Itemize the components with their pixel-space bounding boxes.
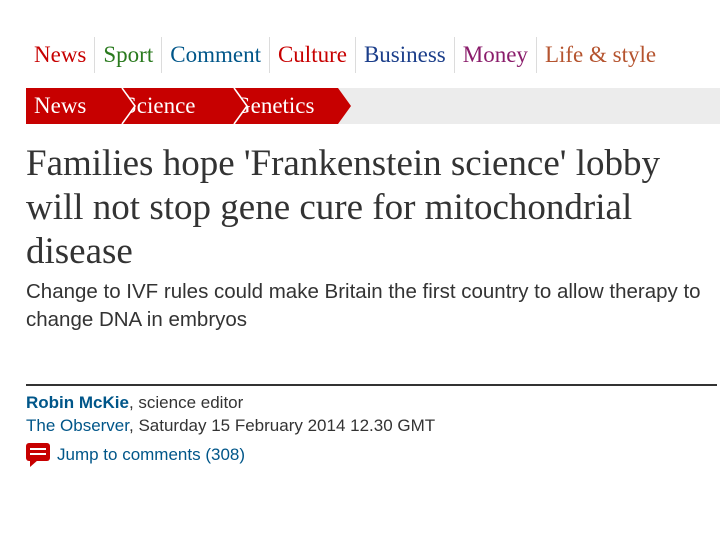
divider bbox=[26, 384, 717, 386]
chevron-right-icon bbox=[336, 88, 351, 124]
nav-item-business[interactable]: Business bbox=[356, 36, 454, 74]
nav-item-culture[interactable]: Culture bbox=[270, 36, 355, 74]
nav-item-comment[interactable]: Comment bbox=[162, 36, 269, 74]
comments-row: Jump to comments (308) bbox=[26, 443, 245, 467]
breadcrumb-label: News bbox=[34, 93, 87, 118]
dateline: The Observer, Saturday 15 February 2014 … bbox=[26, 415, 435, 437]
breadcrumb-item-genetics[interactable]: Genetics bbox=[234, 88, 351, 124]
section-nav: News Sport Comment Culture Business Mone… bbox=[26, 36, 720, 74]
publication-date: , Saturday 15 February 2014 12.30 GMT bbox=[129, 416, 436, 435]
speech-bubble-icon[interactable] bbox=[26, 443, 50, 467]
breadcrumb-item-science[interactable]: Science bbox=[122, 88, 248, 124]
nav-item-news[interactable]: News bbox=[26, 36, 94, 74]
author-role: , science editor bbox=[128, 393, 244, 412]
author-link[interactable]: Robin McKie bbox=[26, 393, 129, 412]
article-headline: Families hope 'Frankenstein science' lob… bbox=[26, 143, 660, 272]
article-standfirst: Change to IVF rules could make Britain t… bbox=[26, 280, 701, 331]
byline: Robin McKie, science editor bbox=[26, 392, 243, 414]
nav-item-sport[interactable]: Sport bbox=[95, 36, 161, 74]
breadcrumb-item-news[interactable]: News bbox=[26, 88, 136, 124]
chevron-right-icon bbox=[232, 88, 248, 124]
jump-to-comments-link[interactable]: Jump to comments (308) bbox=[57, 445, 245, 465]
breadcrumb: News Science Genetics bbox=[26, 88, 720, 124]
chevron-right-icon bbox=[120, 88, 136, 124]
publication-link[interactable]: The Observer bbox=[26, 416, 129, 435]
nav-item-money[interactable]: Money bbox=[455, 36, 536, 74]
nav-item-life-style[interactable]: Life & style bbox=[537, 36, 664, 74]
